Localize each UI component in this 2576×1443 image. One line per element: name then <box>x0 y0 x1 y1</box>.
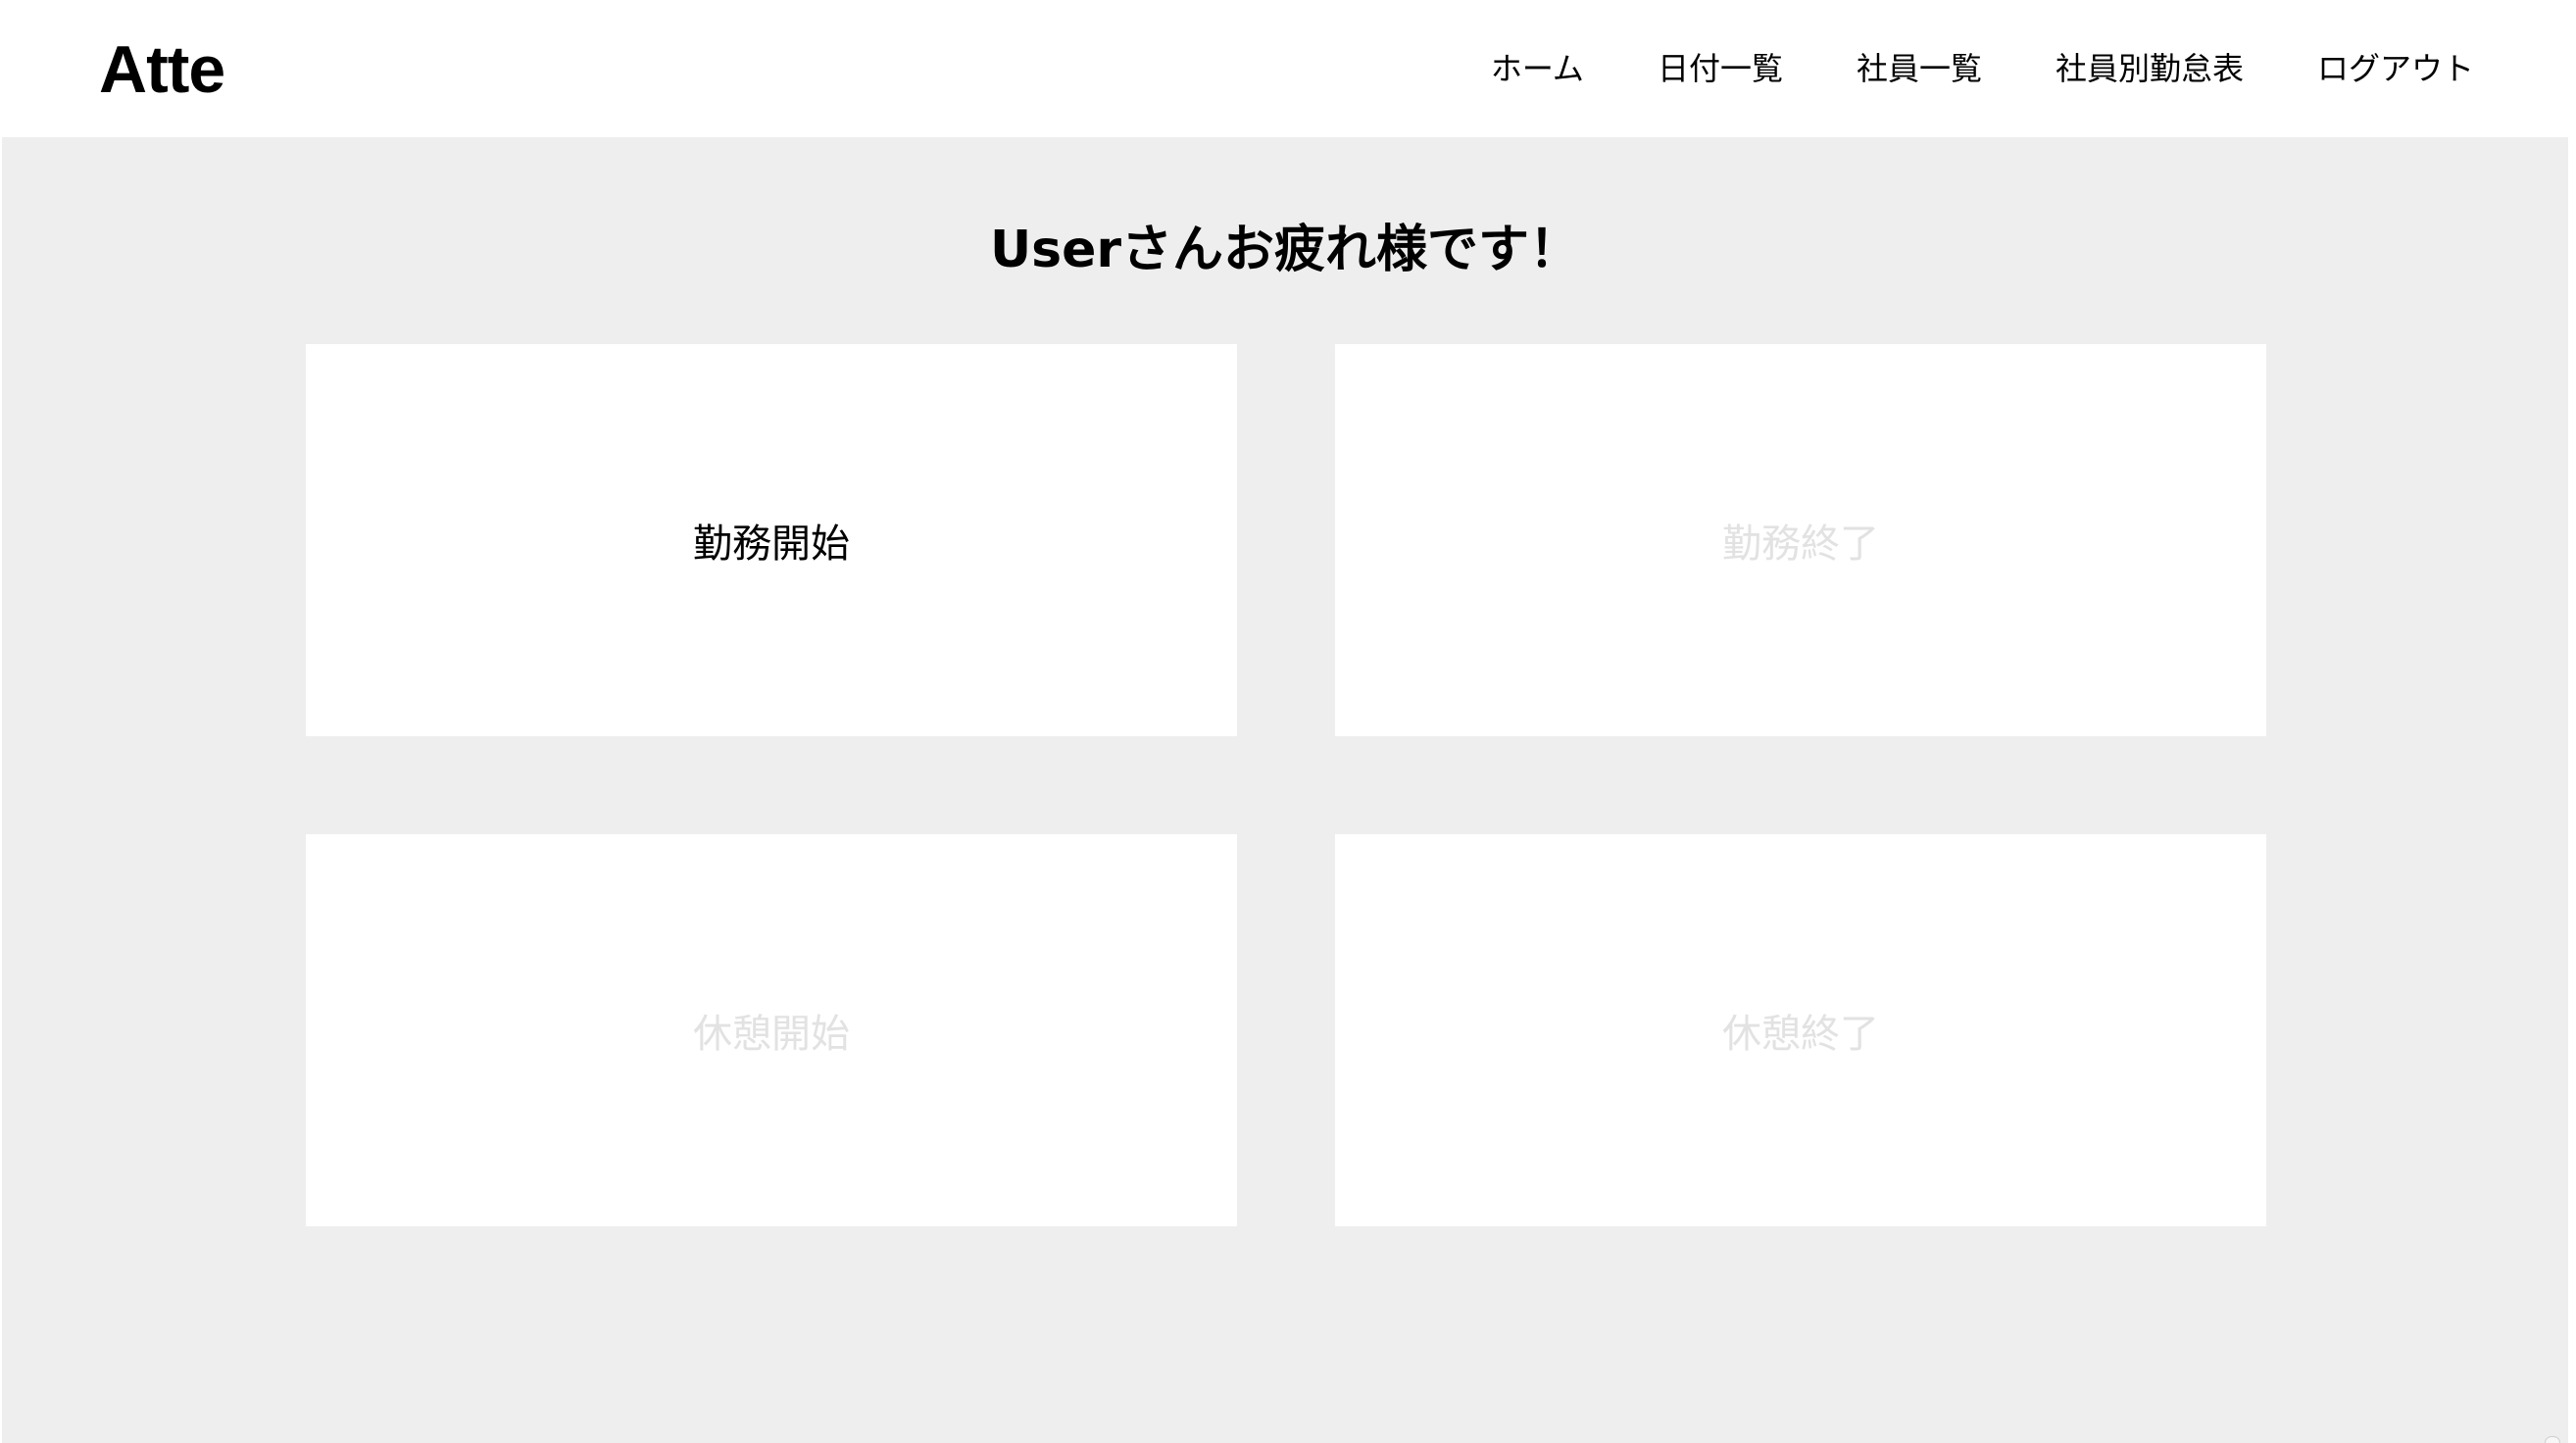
break-start-button[interactable]: 休憩開始 <box>306 834 1237 1226</box>
main-nav: ホーム 日付一覧 社員一覧 社員別勤怠表 ログアウト <box>1417 43 2474 94</box>
work-start-button[interactable]: 勤務開始 <box>306 344 1237 736</box>
nav-home-link[interactable]: ホーム <box>1491 43 1584 94</box>
break-end-button[interactable]: 休憩終了 <box>1335 834 2266 1226</box>
scroll-corner-indicator <box>2545 1436 2560 1443</box>
nav-employee-attendance-link[interactable]: 社員別勤怠表 <box>2056 43 2244 94</box>
nav-date-list-link[interactable]: 日付一覧 <box>1658 43 1783 94</box>
site-header: Atte ホーム 日付一覧 社員一覧 社員別勤怠表 ログアウト <box>0 0 2576 137</box>
nav-logout-link[interactable]: ログアウト <box>2317 43 2474 94</box>
app-page: Atte ホーム 日付一覧 社員一覧 社員別勤怠表 ログアウト Userさんお疲… <box>0 0 2576 1443</box>
work-end-button[interactable]: 勤務終了 <box>1335 344 2266 736</box>
nav-employee-list-link[interactable]: 社員一覧 <box>1857 43 1982 94</box>
greeting-title: Userさんお疲れ様です！ <box>989 221 1581 279</box>
logo[interactable]: Atte <box>99 29 225 110</box>
main-content: Userさんお疲れ様です！ 勤務開始 勤務終了 休憩開始 休憩終了 <box>2 137 2568 1443</box>
